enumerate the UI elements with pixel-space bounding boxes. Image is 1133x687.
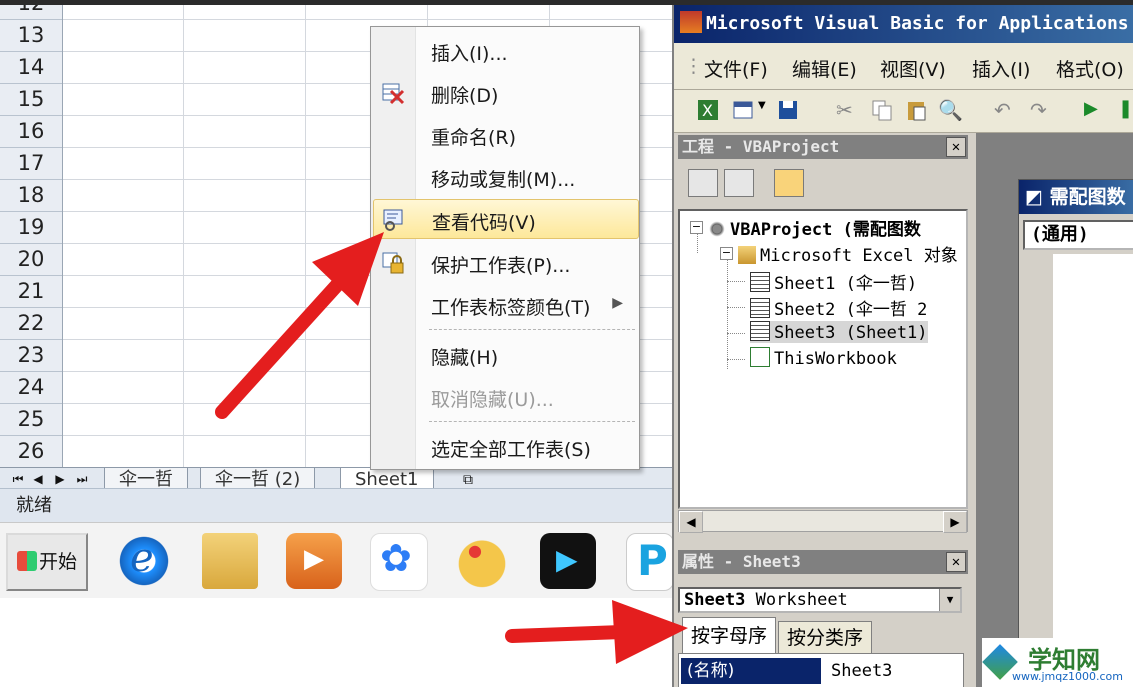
watermark: 学知网 www.jmqz1000.com bbox=[982, 638, 1133, 687]
annotation-arrows bbox=[215, 232, 688, 664]
red-arrow-properties bbox=[505, 600, 688, 664]
red-arrow-view-code bbox=[215, 232, 384, 419]
watermark-url: www.jmqz1000.com bbox=[1012, 670, 1123, 683]
